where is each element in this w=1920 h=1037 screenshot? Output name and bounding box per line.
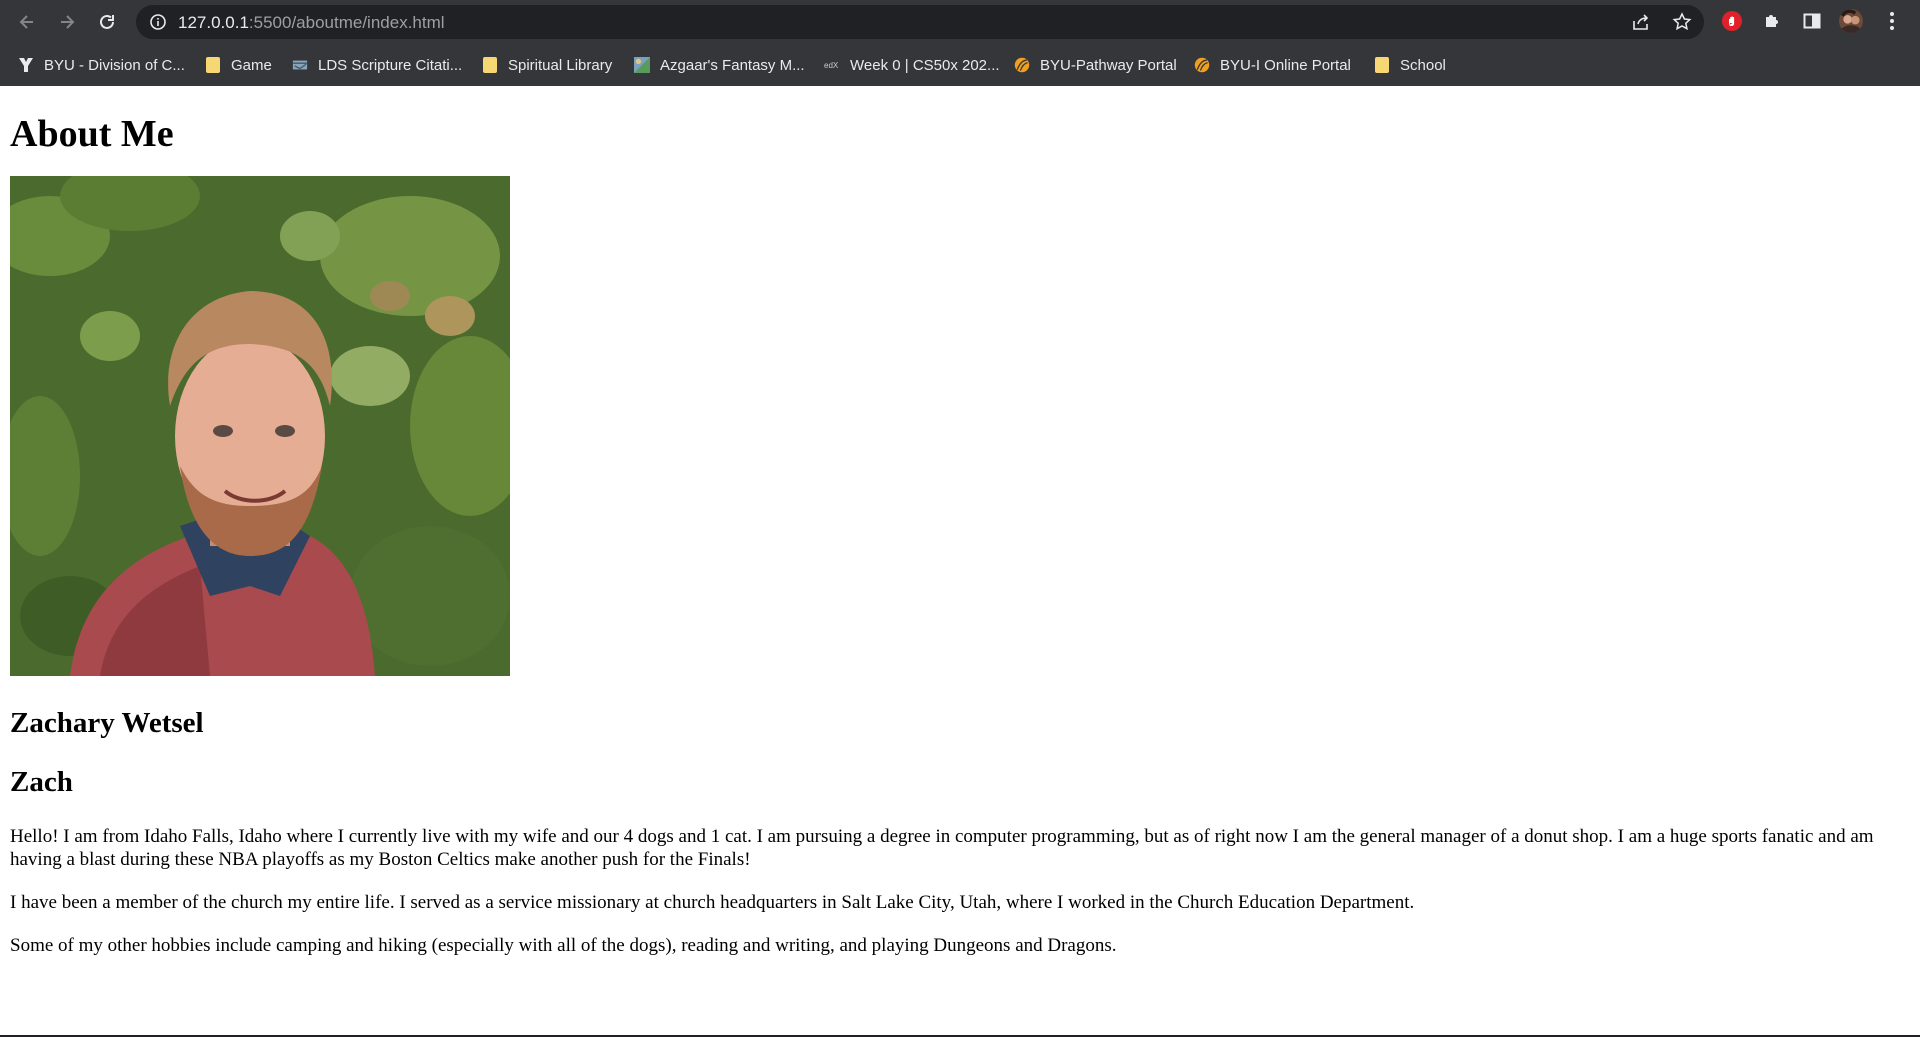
bookmark-label: BYU - Division of C... — [44, 56, 185, 74]
reload-button[interactable] — [91, 6, 123, 38]
pathway-icon — [1014, 57, 1030, 73]
bookmark-spiritual-library[interactable]: Spiritual Library — [482, 53, 612, 77]
url-text[interactable]: 127.0.0.1:5500/aboutme/index.html — [178, 13, 445, 33]
bookmark-label: School — [1400, 56, 1446, 74]
url-host: 127.0.0.1 — [178, 13, 249, 32]
scripture-icon — [292, 57, 308, 73]
profile-avatar[interactable] — [1839, 9, 1863, 33]
arrow-right-icon — [61, 15, 75, 29]
arrow-left-icon — [19, 15, 33, 29]
folder-icon — [482, 57, 498, 73]
back-button[interactable] — [11, 6, 43, 38]
reload-icon — [100, 14, 114, 29]
nickname-heading: Zach — [10, 766, 73, 798]
side-panel-icon[interactable] — [1800, 9, 1824, 33]
profile-photo — [10, 176, 510, 676]
bookmark-label: LDS Scripture Citati... — [318, 56, 463, 74]
pathway-icon — [1194, 57, 1210, 73]
folder-icon — [1374, 57, 1390, 73]
folder-icon — [205, 57, 221, 73]
map-icon — [634, 57, 650, 73]
bookmark-school[interactable]: School — [1374, 53, 1446, 77]
url-path: :5500/aboutme/index.html — [248, 13, 445, 32]
bookmark-label: BYU-I Online Portal — [1220, 56, 1351, 74]
svg-text:edX: edX — [824, 61, 839, 70]
adblock-extension-icon[interactable] — [1720, 9, 1744, 33]
bookmark-label: Game — [231, 56, 272, 74]
bookmark-lds-scripture[interactable]: LDS Scripture Citati... — [292, 53, 462, 77]
share-icon[interactable] — [1631, 12, 1651, 32]
bookmark-label: Week 0 | CS50x 202... — [850, 56, 1000, 74]
bookmark-label: Azgaar's Fantasy M... — [660, 56, 805, 74]
church-paragraph: I have been a member of the church my en… — [10, 892, 1415, 913]
bio-paragraph: Hello! I am from Idaho Falls, Idaho wher… — [10, 826, 1874, 870]
bookmark-byu-division[interactable]: BYU - Division of C... — [18, 53, 185, 77]
bookmarks-bar: BYU - Division of C... Game LDS Scriptur… — [0, 44, 1920, 86]
address-bar[interactable]: 127.0.0.1:5500/aboutme/index.html — [136, 5, 1704, 39]
bookmark-game[interactable]: Game — [205, 53, 272, 77]
browser-toolbar: 127.0.0.1:5500/aboutme/index.html — [0, 0, 1920, 44]
info-icon[interactable] — [149, 13, 167, 31]
menu-kebab-icon[interactable] — [1880, 9, 1904, 33]
byu-icon — [18, 57, 34, 73]
bookmark-byu-pathway[interactable]: BYU-Pathway Portal — [1014, 53, 1177, 77]
forward-button[interactable] — [51, 6, 83, 38]
page-content: About Me Zachary Wetsel Zach Hello! I am… — [0, 112, 1920, 957]
full-name-heading: Zachary Wetsel — [10, 707, 204, 739]
puzzle-icon[interactable] — [1760, 9, 1784, 33]
bookmark-byui-online[interactable]: BYU-I Online Portal — [1194, 53, 1351, 77]
browser-chrome: 127.0.0.1:5500/aboutme/index.html BYU - … — [0, 0, 1920, 86]
hobbies-paragraph: Some of my other hobbies include camping… — [10, 935, 1117, 956]
bookmark-azgaar-map[interactable]: Azgaar's Fantasy M... — [634, 53, 805, 77]
bookmark-cs50x[interactable]: edX Week 0 | CS50x 202... — [824, 53, 1000, 77]
edx-icon: edX — [824, 57, 840, 73]
page-title: About Me — [10, 113, 174, 155]
bookmark-label: Spiritual Library — [508, 56, 613, 74]
star-icon[interactable] — [1672, 12, 1692, 32]
bookmark-label: BYU-Pathway Portal — [1040, 56, 1177, 74]
